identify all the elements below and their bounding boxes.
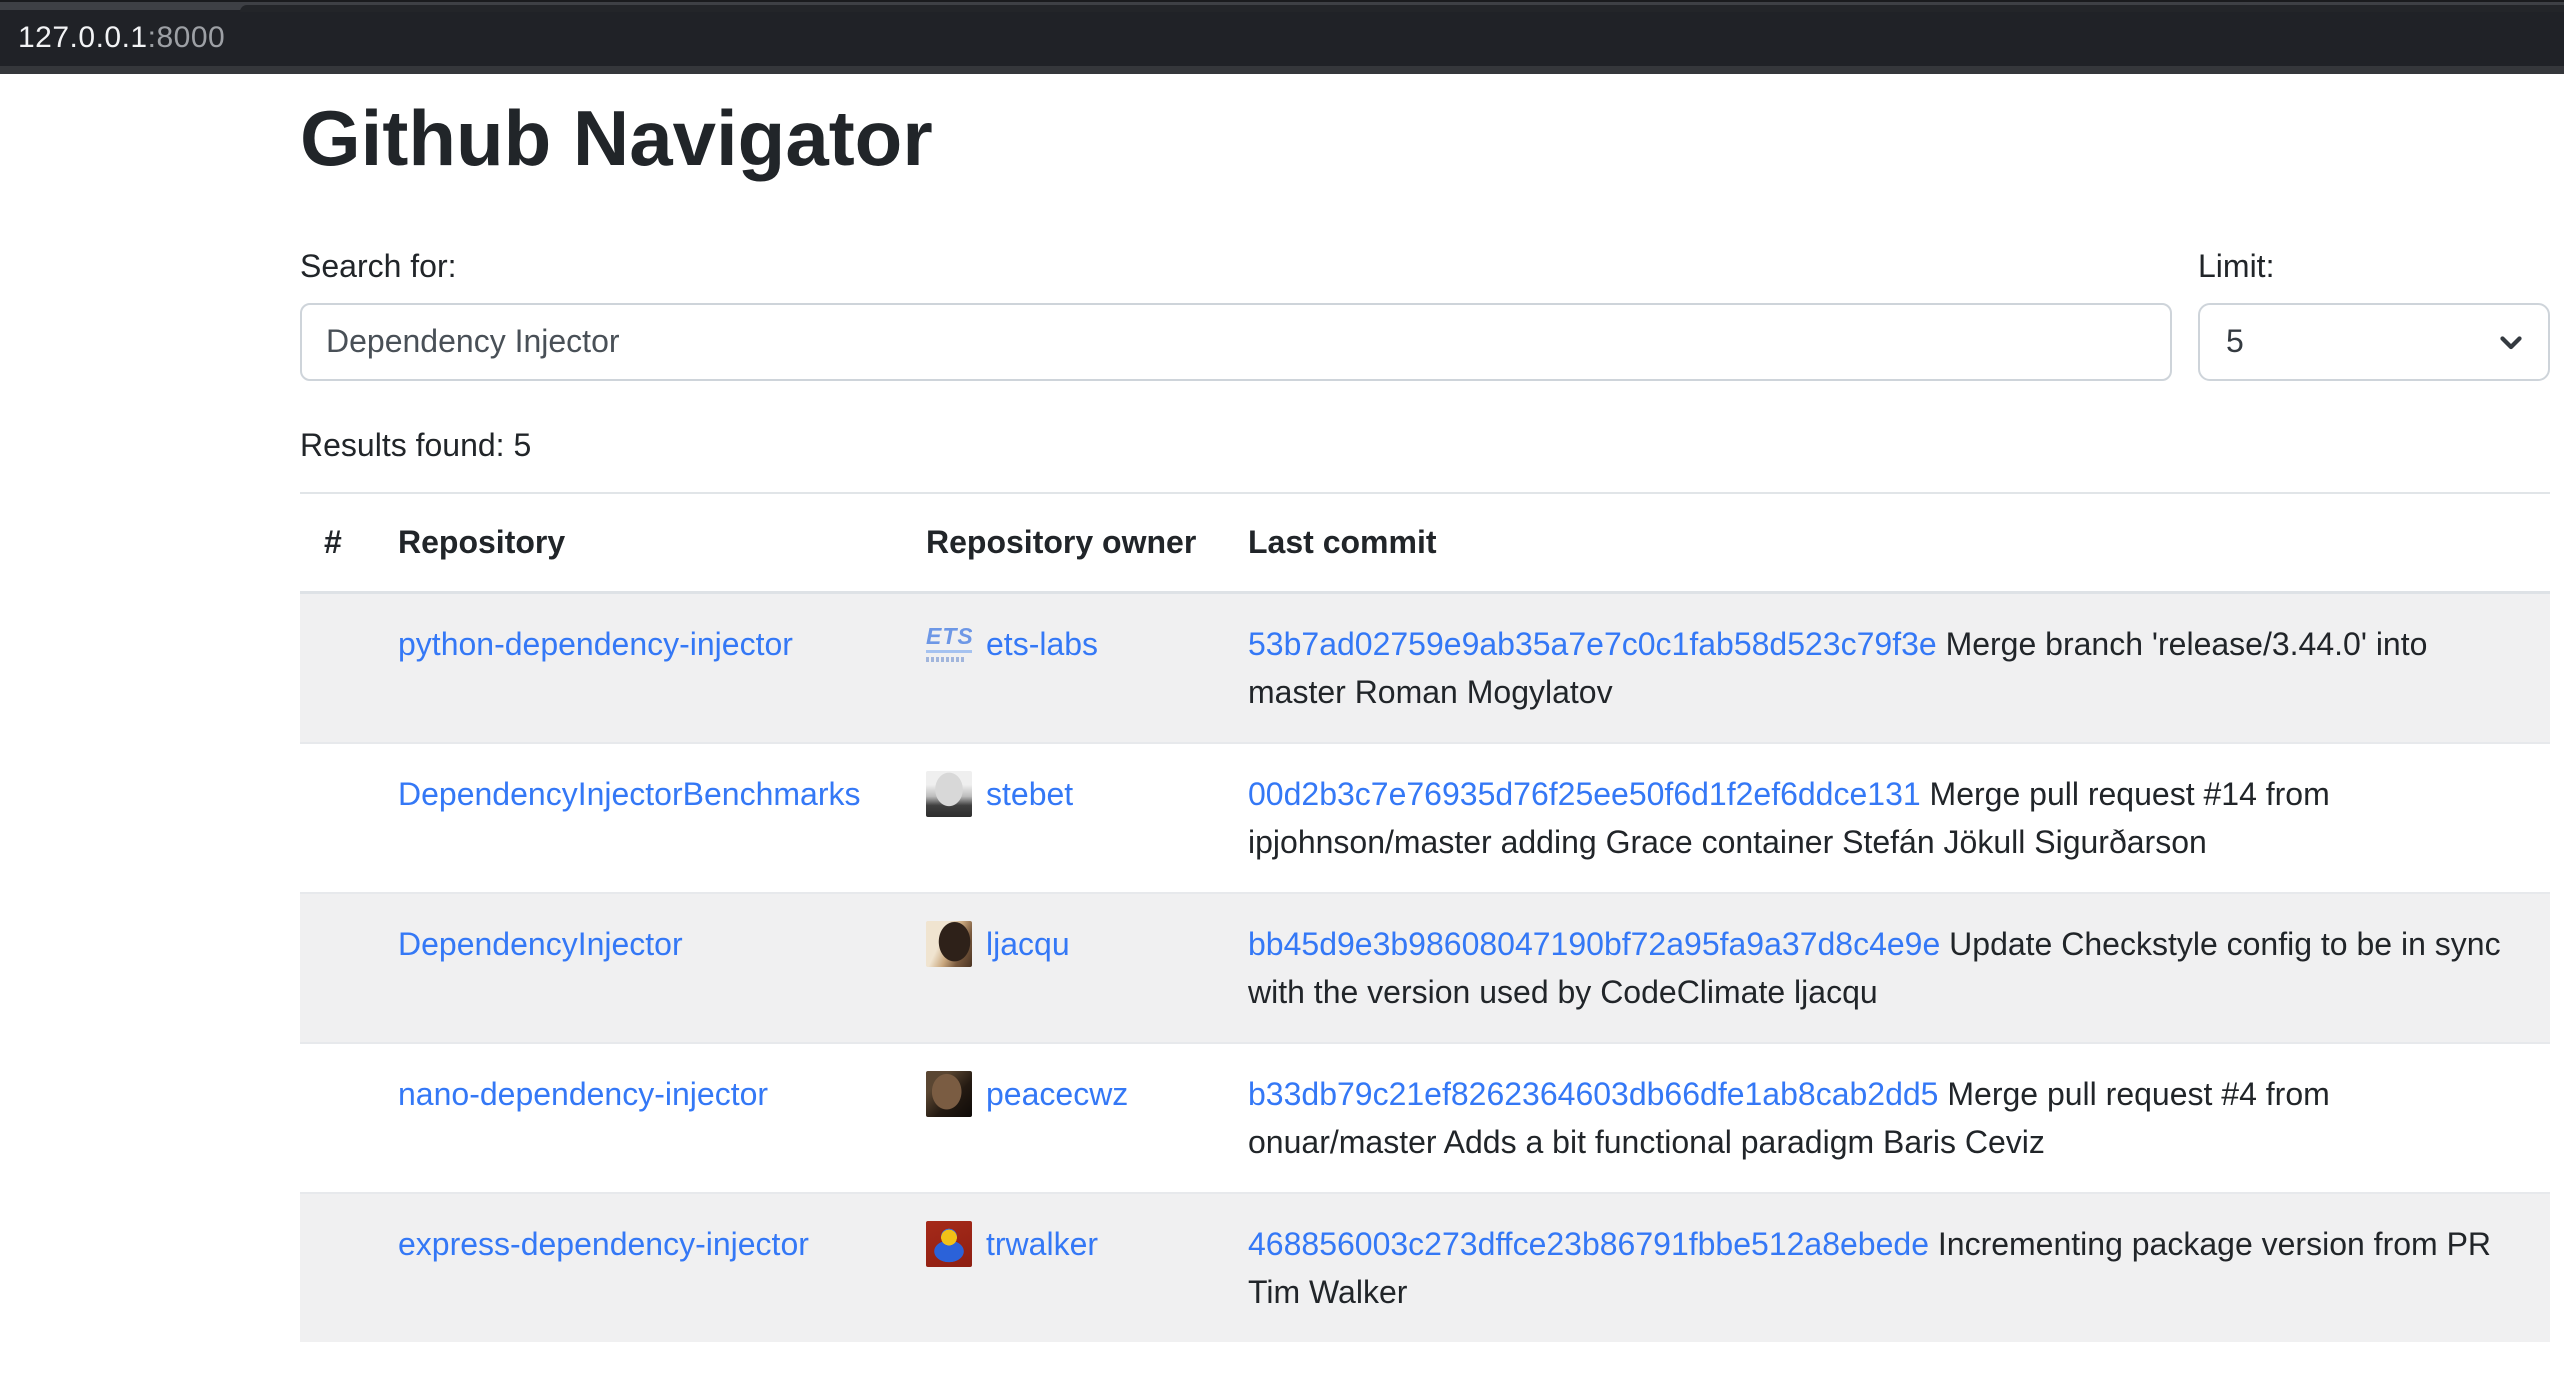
row-number [300,893,374,1043]
owner-link[interactable]: peacecwz [986,1070,1128,1118]
browser-chrome: 127.0.0.1:8000 [0,0,2564,74]
repository-link[interactable]: DependencyInjector [398,926,683,962]
page-content: Github Navigator Search for: Limit: 5 Re… [300,94,2550,1342]
ets-logo-text: ETS [926,625,972,653]
owner-avatar-ljacqu-photo [926,921,972,967]
limit-column: Limit: 5 [2198,248,2550,381]
header-repository-owner: Repository owner [902,493,1224,593]
repository-link[interactable]: nano-dependency-injector [398,1076,768,1112]
header-number: # [300,493,374,593]
repository-link[interactable]: express-dependency-injector [398,1226,809,1262]
repository-link[interactable]: python-dependency-injector [398,626,793,662]
owner-avatar-peacecwz-photo [926,1071,972,1117]
table-row: express-dependency-injector trwalker 46885… [300,1193,2550,1342]
limit-selected-value: 5 [2226,323,2244,360]
commit-hash-link[interactable]: 53b7ad02759e9ab35a7e7c0c1fab58d523c79f3e [1248,626,1937,662]
owner-link[interactable]: ets-labs [986,620,1098,668]
table-row: DependencyInjectorBenchmarks stebet 00d2b3… [300,743,2550,893]
owner-link[interactable]: ljacqu [986,920,1070,968]
table-row: DependencyInjector ljacqu bb45d9e3b9860804… [300,893,2550,1043]
search-label: Search for: [300,248,2172,285]
url-host: 127.0.0.1 [18,21,148,54]
owner-link[interactable]: stebet [986,770,1073,818]
url-port: :8000 [148,21,226,54]
repository-link[interactable]: DependencyInjectorBenchmarks [398,776,860,812]
repositories-table: # Repository Repository owner Last commi… [300,492,2550,1342]
commit-hash-link[interactable]: 00d2b3c7e76935d76f25ee50f6d1f2ef6ddce131 [1248,776,1921,812]
url-text: 127.0.0.1:8000 [18,21,225,55]
commit-hash-link[interactable]: 468856003c273dffce23b86791fbbe512a8ebede [1248,1226,1929,1262]
commit-hash-link[interactable]: bb45d9e3b98608047190bf72a95fa9a37d8c4e9e [1248,926,1940,962]
owner-avatar-ets-labs-logo: ETS [926,621,972,667]
limit-select[interactable]: 5 [2198,303,2550,381]
search-input[interactable] [300,303,2172,381]
chevron-down-icon [2494,325,2528,359]
owner-avatar-stebet-photo [926,771,972,817]
row-number [300,743,374,893]
owner-avatar-trwalker-photo [926,1221,972,1267]
browser-tab-strip [0,0,2564,10]
limit-label: Limit: [2198,248,2550,285]
results-count: Results found: 5 [300,427,2550,464]
table-header-row: # Repository Repository owner Last commi… [300,493,2550,593]
header-last-commit: Last commit [1224,493,2550,593]
search-column: Search for: [300,248,2172,381]
header-repository: Repository [374,493,902,593]
browser-active-tab[interactable] [240,5,2564,12]
page-title: Github Navigator [300,94,2550,184]
browser-toolbar-edge [0,66,2564,74]
ets-logo-subtext [926,657,966,662]
row-number [300,1193,374,1342]
row-number [300,592,374,743]
table-row: python-dependency-injector ETS ets-labs 53b… [300,592,2550,743]
owner-link[interactable]: trwalker [986,1220,1098,1268]
commit-hash-link[interactable]: b33db79c21ef8262364603db66dfe1ab8cab2dd5 [1248,1076,1938,1112]
row-number [300,1043,374,1193]
table-row: nano-dependency-injector peacecwz b33db79c… [300,1043,2550,1193]
browser-address-bar[interactable]: 127.0.0.1:8000 [0,10,2564,66]
search-form: Search for: Limit: 5 [300,248,2550,381]
